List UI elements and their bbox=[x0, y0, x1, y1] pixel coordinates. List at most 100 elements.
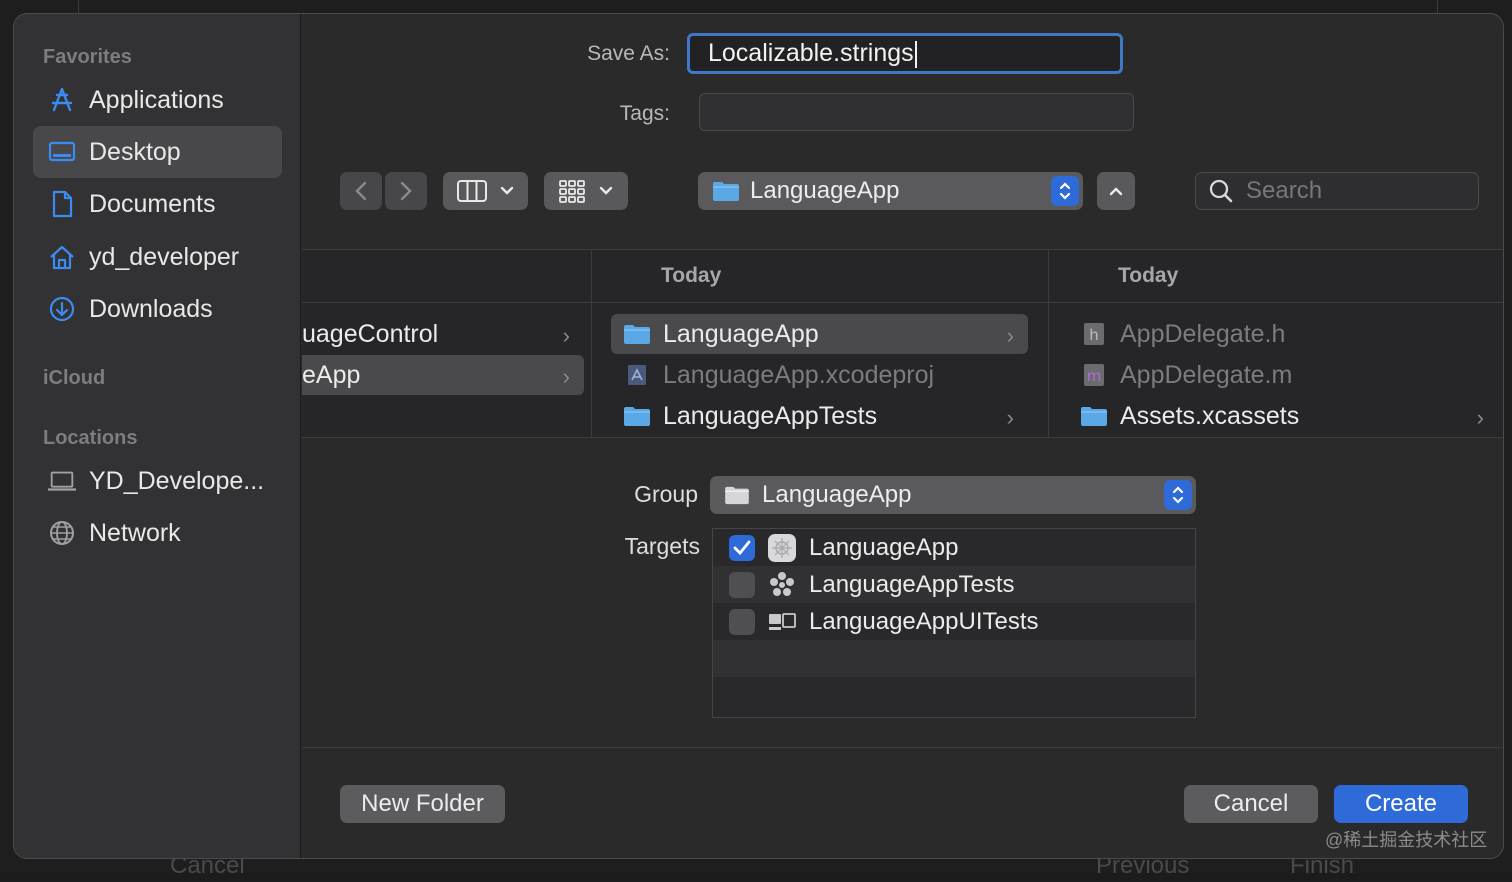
group-value: LanguageApp bbox=[762, 481, 912, 508]
sidebar-item-documents[interactable]: Documents bbox=[33, 178, 282, 230]
file-browser: uageControl › eApp › Today LanguageApp › bbox=[302, 249, 1503, 438]
folder-icon bbox=[624, 407, 650, 426]
list-item[interactable]: LanguageApp.xcodeproj bbox=[611, 355, 1028, 395]
sidebar-item-applications[interactable]: Applications bbox=[33, 74, 282, 126]
list-item-label: LanguageApp.xcodeproj bbox=[663, 360, 935, 389]
home-icon bbox=[47, 242, 77, 272]
list-item[interactable]: LanguageApp › bbox=[611, 314, 1028, 354]
sidebar-item-label: YD_Develope... bbox=[89, 466, 265, 495]
popup-stepper-icon bbox=[1051, 176, 1079, 206]
chevron-left-icon bbox=[355, 181, 367, 201]
columns-icon bbox=[456, 180, 487, 202]
checkbox[interactable] bbox=[729, 608, 755, 635]
sidebar-item-computer[interactable]: YD_Develope... bbox=[33, 455, 282, 507]
save-dialog: Favorites Applications Desktop Documents… bbox=[13, 13, 1504, 859]
list-item[interactable]: Assets.xcassets › bbox=[1068, 396, 1498, 436]
sidebar-item-label: Downloads bbox=[89, 294, 213, 323]
list-item-label: eApp bbox=[302, 360, 361, 389]
applications-icon bbox=[47, 85, 77, 115]
sidebar-item-desktop[interactable]: Desktop bbox=[33, 126, 282, 178]
chevron-right-icon: › bbox=[1006, 323, 1014, 348]
forward-button[interactable] bbox=[385, 172, 427, 210]
sidebar-item-label: Applications bbox=[89, 85, 224, 114]
list-item[interactable]: LanguageAppTests › bbox=[611, 396, 1028, 436]
save-as-label: Save As: bbox=[587, 42, 670, 65]
checkbox[interactable] bbox=[729, 571, 755, 598]
chevron-down-icon bbox=[500, 186, 513, 195]
desktop-icon bbox=[47, 137, 77, 167]
group-mode-button[interactable] bbox=[544, 172, 628, 210]
chevron-right-icon: › bbox=[1476, 405, 1484, 430]
checkbox[interactable] bbox=[729, 534, 755, 561]
popup-stepper-icon bbox=[1164, 480, 1192, 510]
create-button[interactable]: Create bbox=[1334, 785, 1468, 823]
list-item[interactable]: h AppDelegate.h bbox=[1068, 314, 1498, 354]
target-row[interactable]: LanguageAppTests bbox=[713, 566, 1195, 603]
sidebar-item-home[interactable]: yd_developer bbox=[33, 231, 282, 283]
sidebar-section-locations[interactable]: Locations bbox=[43, 427, 137, 450]
back-button[interactable] bbox=[340, 172, 382, 210]
search-icon bbox=[1209, 179, 1233, 203]
text-caret bbox=[914, 40, 917, 68]
target-row[interactable]: LanguageApp bbox=[713, 529, 1195, 566]
folder-icon bbox=[1081, 407, 1107, 426]
list-item-label: AppDelegate.h bbox=[1120, 319, 1286, 348]
globe-icon bbox=[47, 518, 77, 548]
list-item-label: LanguageApp bbox=[663, 319, 819, 348]
save-as-value: Localizable.strings bbox=[708, 39, 914, 67]
search-field[interactable]: Search bbox=[1195, 172, 1479, 210]
tags-field[interactable] bbox=[699, 93, 1134, 131]
chevron-right-icon: › bbox=[1006, 405, 1014, 430]
source-file-icon: m bbox=[1084, 364, 1104, 386]
folder-icon bbox=[713, 182, 739, 201]
location-popup[interactable]: LanguageApp bbox=[698, 172, 1083, 210]
background-divider bbox=[78, 0, 79, 14]
list-item[interactable]: m AppDelegate.m bbox=[1068, 355, 1498, 395]
browser-column-3: Today h AppDelegate.h m AppDelegate.m As… bbox=[1049, 250, 1503, 437]
list-item[interactable]: eApp › bbox=[302, 355, 584, 395]
checkmark-icon bbox=[733, 540, 751, 555]
folder-icon bbox=[725, 486, 749, 505]
targets-list: LanguageApp LanguageAppTests LanguageApp… bbox=[712, 528, 1196, 718]
sidebar-section-icloud[interactable]: iCloud bbox=[43, 367, 105, 390]
sidebar-item-downloads[interactable]: Downloads bbox=[33, 283, 282, 335]
ui-test-target-icon bbox=[767, 607, 797, 637]
target-label: LanguageApp bbox=[809, 533, 959, 561]
xcode-project-icon bbox=[628, 365, 646, 385]
chevron-right-icon bbox=[400, 181, 412, 201]
sidebar-section-favorites: Favorites bbox=[43, 46, 132, 68]
footer-divider bbox=[302, 747, 1503, 748]
laptop-icon bbox=[47, 466, 77, 496]
app-target-icon bbox=[767, 533, 797, 563]
target-label: LanguageAppUITests bbox=[809, 607, 1039, 635]
save-as-field[interactable]: Localizable.strings bbox=[687, 33, 1123, 74]
browser-column-1: uageControl › eApp › bbox=[302, 250, 592, 437]
sidebar-item-label: Network bbox=[89, 518, 181, 547]
group-popup[interactable]: LanguageApp bbox=[710, 476, 1196, 514]
chevron-right-icon: › bbox=[562, 364, 570, 389]
grid-icon bbox=[559, 180, 585, 203]
location-value: LanguageApp bbox=[750, 177, 900, 204]
view-mode-button[interactable] bbox=[443, 172, 528, 210]
download-icon bbox=[47, 294, 77, 324]
sidebar: Favorites Applications Desktop Documents… bbox=[14, 14, 301, 858]
cancel-button[interactable]: Cancel bbox=[1184, 785, 1318, 823]
new-folder-button[interactable]: New Folder bbox=[340, 785, 505, 823]
tags-label: Tags: bbox=[619, 102, 670, 125]
expand-collapse-button[interactable] bbox=[1097, 172, 1135, 210]
test-target-icon bbox=[767, 570, 797, 600]
chevron-right-icon: › bbox=[562, 323, 570, 348]
document-icon bbox=[47, 189, 77, 219]
browser-column-2: Today LanguageApp › LanguageApp.xcodepro… bbox=[592, 250, 1049, 437]
search-placeholder: Search bbox=[1246, 177, 1323, 204]
sidebar-item-network[interactable]: Network bbox=[33, 507, 282, 559]
column-header bbox=[302, 250, 591, 303]
sidebar-item-label: Documents bbox=[89, 189, 216, 218]
list-item[interactable]: uageControl › bbox=[302, 314, 584, 354]
targets-label: Targets bbox=[624, 533, 700, 559]
sidebar-item-label: Desktop bbox=[89, 137, 181, 166]
chevron-up-icon bbox=[1109, 187, 1123, 196]
target-row-empty bbox=[713, 640, 1195, 677]
list-item-label: LanguageAppTests bbox=[663, 401, 878, 430]
target-row[interactable]: LanguageAppUITests bbox=[713, 603, 1195, 640]
